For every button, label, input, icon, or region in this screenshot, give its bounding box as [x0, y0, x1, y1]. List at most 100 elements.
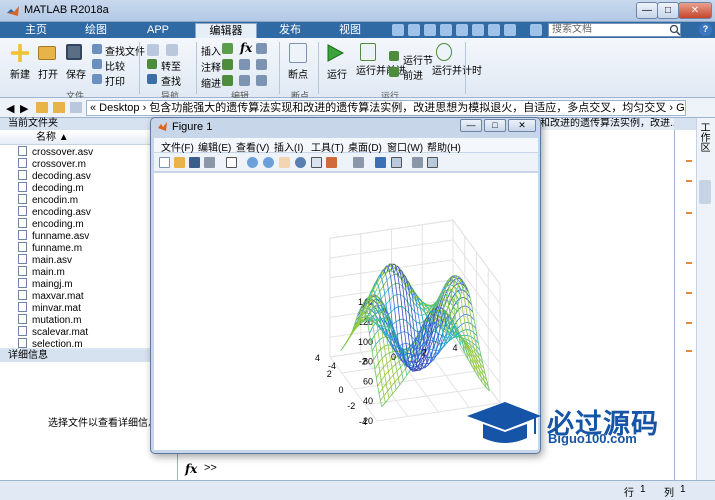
- menu-window[interactable]: 窗口(W): [387, 139, 423, 154]
- list-item[interactable]: decoding.m: [18, 182, 84, 194]
- run-advance-button[interactable]: 运行并前进: [356, 66, 406, 78]
- folder-options-icon[interactable]: [70, 102, 82, 113]
- quick-switch-icon[interactable]: [488, 24, 500, 36]
- datacursor-icon[interactable]: [311, 157, 322, 168]
- show-tools-icon[interactable]: [427, 157, 438, 168]
- decrease-indent-icon[interactable]: [256, 75, 267, 86]
- back-arrow-icon[interactable]: ◀: [6, 102, 14, 115]
- comment-button[interactable]: 注释: [201, 59, 221, 74]
- list-item[interactable]: crossover.m: [18, 158, 86, 170]
- tab-view[interactable]: 视图: [322, 23, 378, 38]
- menu-view[interactable]: 查看(V): [236, 139, 269, 154]
- minimize-button[interactable]: —: [636, 2, 658, 19]
- menu-tools[interactable]: 工具(T): [311, 139, 344, 154]
- new-figure-icon[interactable]: [159, 157, 170, 168]
- insert-icon[interactable]: [222, 43, 233, 54]
- list-item[interactable]: encodin.m: [18, 194, 78, 206]
- pan-icon[interactable]: [279, 157, 290, 168]
- save-icon[interactable]: [66, 44, 82, 60]
- rotate-icon[interactable]: [295, 157, 306, 168]
- wrap-comment-icon[interactable]: [256, 59, 267, 70]
- browse-folder-icon[interactable]: [53, 102, 65, 113]
- forward-nav-icon[interactable]: [166, 44, 178, 56]
- run-section-button[interactable]: 运行节: [403, 52, 433, 67]
- zoom-out-icon[interactable]: [263, 157, 274, 168]
- save-figure-icon[interactable]: [189, 157, 200, 168]
- print-button[interactable]: 打印: [105, 73, 125, 88]
- menu-edit[interactable]: 编辑(E): [198, 139, 231, 154]
- run-advance-icon[interactable]: [360, 43, 376, 61]
- run-time-icon[interactable]: [436, 43, 452, 61]
- indent-button[interactable]: 缩进: [201, 75, 221, 90]
- menu-desktop[interactable]: 桌面(D): [348, 139, 382, 154]
- insert-button[interactable]: 插入: [201, 43, 221, 58]
- smart-indent-icon[interactable]: [222, 75, 233, 86]
- workspace-sidebar[interactable]: [696, 118, 715, 480]
- legend-icon[interactable]: [391, 157, 402, 168]
- editor-area[interactable]: [540, 118, 674, 362]
- pointer-icon[interactable]: [226, 157, 237, 168]
- figure-maximize-button[interactable]: □: [484, 119, 506, 132]
- list-item[interactable]: main.asv: [18, 254, 72, 266]
- compare-button[interactable]: 比较: [105, 58, 125, 73]
- open-button[interactable]: 打开: [38, 66, 58, 81]
- fx-icon[interactable]: fx: [185, 462, 197, 476]
- advance-button[interactable]: 前进: [403, 67, 423, 82]
- list-item[interactable]: encoding.m: [18, 218, 84, 230]
- link-icon[interactable]: [353, 157, 364, 168]
- figure-close-button[interactable]: ✕: [508, 119, 536, 132]
- tab-home[interactable]: 主页: [8, 23, 64, 38]
- current-folder-path[interactable]: « Desktop › 包含功能强大的遗传算法实现和改进的遗传算法实例，改进思想…: [86, 100, 686, 116]
- forward-arrow-icon[interactable]: ▶: [20, 102, 28, 115]
- quick-cut-icon[interactable]: [408, 24, 420, 36]
- search-icon[interactable]: [669, 24, 681, 36]
- quick-paste-icon[interactable]: [440, 24, 452, 36]
- list-item[interactable]: selection.m: [18, 338, 83, 350]
- folder-up-icon[interactable]: [36, 102, 48, 113]
- close-button[interactable]: ✕: [678, 2, 712, 19]
- list-item[interactable]: main.m: [18, 266, 65, 278]
- tab-plots[interactable]: 绘图: [68, 23, 124, 38]
- breakpoints-icon[interactable]: [289, 43, 307, 63]
- uncomment-icon[interactable]: [239, 59, 250, 70]
- colorbar-icon[interactable]: [375, 157, 386, 168]
- tab-apps[interactable]: APP: [130, 23, 186, 38]
- list-item[interactable]: mutation.m: [18, 314, 81, 326]
- run-icon[interactable]: [325, 43, 345, 63]
- menu-help[interactable]: 帮助(H): [427, 139, 461, 154]
- help-icon[interactable]: ?: [699, 23, 712, 36]
- run-time-button[interactable]: 运行并计时: [432, 66, 482, 78]
- fx-button[interactable]: fx: [240, 41, 252, 55]
- format-icon[interactable]: [256, 43, 267, 54]
- menu-file[interactable]: 文件(F): [161, 139, 194, 154]
- brush-icon[interactable]: [326, 157, 337, 168]
- scrollbar-thumb[interactable]: [699, 180, 711, 204]
- quick-copy-icon[interactable]: [424, 24, 436, 36]
- dropdown-icon[interactable]: [530, 24, 542, 36]
- hide-tools-icon[interactable]: [412, 157, 423, 168]
- print-figure-icon[interactable]: [204, 157, 215, 168]
- quick-undo-icon[interactable]: [456, 24, 468, 36]
- open-icon[interactable]: [38, 46, 56, 60]
- list-item[interactable]: funname.m: [18, 242, 82, 254]
- list-item[interactable]: encoding.asv: [18, 206, 91, 218]
- save-button[interactable]: 保存: [66, 66, 86, 81]
- new-button[interactable]: 新建: [10, 66, 30, 81]
- list-item[interactable]: scalevar.mat: [18, 326, 88, 338]
- tab-publish[interactable]: 发布: [262, 23, 318, 38]
- list-item[interactable]: maingj.m: [18, 278, 73, 290]
- quick-help-icon[interactable]: [504, 24, 516, 36]
- goto-button[interactable]: 转至: [161, 58, 181, 73]
- list-item[interactable]: minvar.mat: [18, 302, 81, 314]
- comment-icon[interactable]: [222, 59, 233, 70]
- list-item[interactable]: maxvar.mat: [18, 290, 84, 302]
- tab-editor[interactable]: 编辑器: [195, 23, 257, 38]
- run-button[interactable]: 运行: [327, 66, 347, 81]
- list-item[interactable]: crossover.asv: [18, 146, 93, 158]
- menu-insert[interactable]: 插入(I): [274, 139, 303, 154]
- workspace-tab[interactable]: 工作区: [697, 122, 709, 152]
- figure-minimize-button[interactable]: —: [460, 119, 482, 132]
- search-input[interactable]: 搜索文档: [548, 23, 681, 37]
- increase-indent-icon[interactable]: [239, 75, 250, 86]
- back-nav-icon[interactable]: [147, 44, 159, 56]
